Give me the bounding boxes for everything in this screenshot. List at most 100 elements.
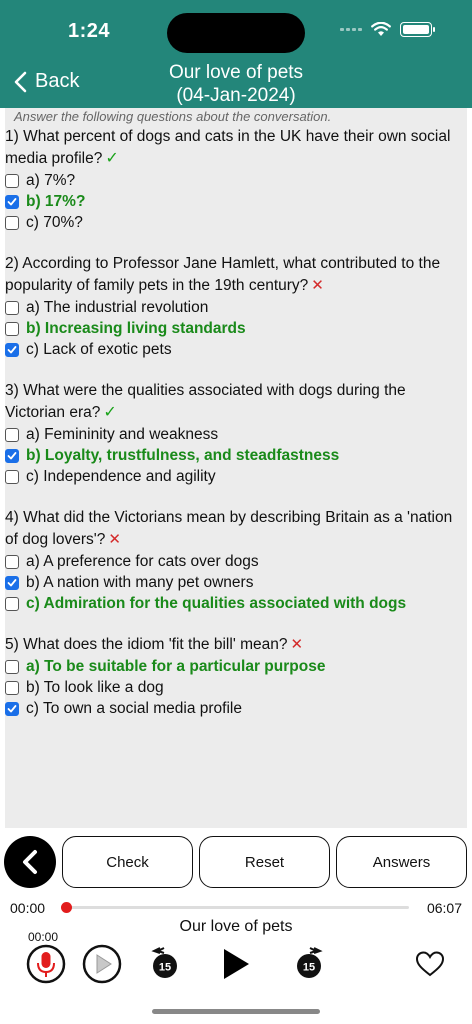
page-subtitle-date: (04-Jan-2024) bbox=[176, 85, 296, 106]
answer-option[interactable]: c) 70%? bbox=[5, 212, 467, 233]
wifi-icon bbox=[371, 22, 391, 36]
answer-option[interactable]: a) The industrial revolution bbox=[5, 297, 467, 318]
skip-forward-icon: 15 bbox=[297, 947, 323, 978]
answer-label: a) A preference for cats over dogs bbox=[26, 552, 259, 570]
answer-label: a) 7%? bbox=[26, 171, 76, 189]
answer-label: b) Increasing living standards bbox=[26, 319, 246, 337]
question-text: 3) What were the qualities associated wi… bbox=[5, 380, 467, 424]
previous-button[interactable] bbox=[4, 836, 56, 888]
correct-check-icon: ✓ bbox=[103, 404, 117, 421]
checkbox-icon[interactable] bbox=[5, 321, 19, 336]
answer-option[interactable]: a) To be suitable for a particular purpo… bbox=[5, 656, 467, 677]
checkbox-checked-icon[interactable] bbox=[5, 448, 19, 463]
wrong-cross-icon: ✕ bbox=[108, 531, 121, 548]
checkbox-icon[interactable] bbox=[5, 659, 19, 674]
question-label: 4) What did the Victorians mean by descr… bbox=[5, 509, 453, 548]
dynamic-island bbox=[167, 13, 305, 53]
back-label: Back bbox=[35, 70, 80, 92]
question-text: 1) What percent of dogs and cats in the … bbox=[5, 126, 467, 170]
answer-label: a) To be suitable for a particular purpo… bbox=[26, 657, 326, 675]
current-time: 00:00 bbox=[10, 900, 46, 916]
skip-back-15-button[interactable]: 15 bbox=[150, 944, 180, 984]
skip-back-seconds: 15 bbox=[159, 962, 171, 974]
checkbox-icon[interactable] bbox=[5, 554, 19, 569]
progress-track[interactable] bbox=[64, 906, 409, 909]
check-button[interactable]: Check bbox=[62, 836, 193, 888]
cellular-signal-icon bbox=[340, 28, 362, 31]
play-icon bbox=[224, 949, 249, 979]
answer-label: b) 17%? bbox=[26, 192, 86, 210]
answer-option[interactable]: b) A nation with many pet owners bbox=[5, 572, 467, 593]
chevron-left-icon bbox=[14, 71, 27, 92]
question-text: 2) According to Professor Jane Hamlett, … bbox=[5, 253, 467, 297]
play-recording-button[interactable] bbox=[82, 944, 122, 984]
answer-option[interactable]: a) A preference for cats over dogs bbox=[5, 551, 467, 572]
answer-option[interactable]: b) Increasing living standards bbox=[5, 318, 467, 339]
checkbox-checked-icon[interactable] bbox=[5, 342, 19, 357]
record-time: 00:00 bbox=[28, 930, 59, 944]
checkbox-icon[interactable] bbox=[5, 173, 19, 188]
answer-label: a) The industrial revolution bbox=[26, 298, 209, 316]
skip-forward-15-button[interactable]: 15 bbox=[294, 944, 324, 984]
chevron-left-icon bbox=[23, 850, 37, 874]
nav-header: 1:24 Back Our love of pets (04-Jan-2024) bbox=[0, 0, 472, 108]
home-indicator bbox=[152, 1009, 320, 1014]
reset-button[interactable]: Reset bbox=[199, 836, 330, 888]
question-label: 2) According to Professor Jane Hamlett, … bbox=[5, 255, 441, 294]
back-button[interactable]: Back bbox=[14, 70, 79, 93]
answer-option[interactable]: a) 7%? bbox=[5, 170, 467, 191]
audio-progress: 00:00 06:07 bbox=[0, 898, 472, 918]
answer-label: b) Loyalty, trustfulness, and steadfastn… bbox=[26, 446, 340, 464]
answer-option[interactable]: c) Admiration for the qualities associat… bbox=[5, 593, 467, 614]
answer-label: b) To look like a dog bbox=[26, 678, 164, 696]
answer-option[interactable]: c) Lack of exotic pets bbox=[5, 339, 467, 360]
answer-option[interactable]: b) 17%? bbox=[5, 191, 467, 212]
quiz-content: Answer the following questions about the… bbox=[5, 108, 467, 828]
skip-back-icon: 15 bbox=[151, 947, 177, 978]
question-block: 2) According to Professor Jane Hamlett, … bbox=[5, 253, 467, 360]
wrong-cross-icon: ✕ bbox=[311, 277, 324, 294]
answer-label: c) Admiration for the qualities associat… bbox=[26, 594, 407, 612]
page-title: Our love of pets bbox=[168, 62, 304, 83]
status-time: 1:24 bbox=[68, 20, 111, 42]
checkbox-checked-icon[interactable] bbox=[5, 575, 19, 590]
answer-option[interactable]: b) Loyalty, trustfulness, and steadfastn… bbox=[5, 445, 467, 466]
checkbox-icon[interactable] bbox=[5, 680, 19, 695]
track-title: Our love of pets bbox=[179, 918, 293, 935]
play-circle-icon bbox=[82, 944, 122, 984]
answer-option[interactable]: a) Femininity and weakness bbox=[5, 424, 467, 445]
question-block: 3) What were the qualities associated wi… bbox=[5, 380, 467, 487]
answer-option[interactable]: c) To own a social media profile bbox=[5, 698, 467, 719]
checkbox-icon[interactable] bbox=[5, 469, 19, 484]
answer-option[interactable]: c) Independence and agility bbox=[5, 466, 467, 487]
total-time: 06:07 bbox=[426, 900, 462, 916]
record-button[interactable] bbox=[26, 944, 66, 984]
question-block: 5) What does the idiom 'fit the bill' me… bbox=[5, 634, 467, 719]
question-block: 1) What percent of dogs and cats in the … bbox=[5, 126, 467, 233]
checkbox-checked-icon[interactable] bbox=[5, 194, 19, 209]
question-label: 1) What percent of dogs and cats in the … bbox=[5, 128, 451, 167]
progress-knob[interactable] bbox=[61, 902, 72, 913]
answer-label: c) 70%? bbox=[26, 213, 83, 231]
question-text: 4) What did the Victorians mean by descr… bbox=[5, 507, 467, 551]
checkbox-icon[interactable] bbox=[5, 300, 19, 315]
answers-button[interactable]: Answers bbox=[336, 836, 467, 888]
favorite-button[interactable] bbox=[415, 944, 445, 984]
instructions-text: Answer the following questions about the… bbox=[14, 109, 332, 124]
question-label: 5) What does the idiom 'fit the bill' me… bbox=[5, 636, 288, 653]
answer-option[interactable]: b) To look like a dog bbox=[5, 677, 467, 698]
checkbox-icon[interactable] bbox=[5, 427, 19, 442]
action-bar: Check Reset Answers bbox=[0, 836, 472, 890]
checkbox-checked-icon[interactable] bbox=[5, 701, 19, 716]
checkbox-icon[interactable] bbox=[5, 596, 19, 611]
battery-icon bbox=[400, 22, 435, 37]
correct-check-icon: ✓ bbox=[105, 150, 119, 167]
checkbox-icon[interactable] bbox=[5, 215, 19, 230]
question-label: 3) What were the qualities associated wi… bbox=[5, 382, 406, 421]
answer-label: c) Lack of exotic pets bbox=[26, 340, 172, 358]
answer-label: b) A nation with many pet owners bbox=[26, 573, 254, 591]
answer-label: a) Femininity and weakness bbox=[26, 425, 219, 443]
play-button[interactable] bbox=[220, 944, 252, 984]
microphone-icon bbox=[26, 944, 66, 984]
question-list: 1) What percent of dogs and cats in the … bbox=[5, 126, 467, 719]
